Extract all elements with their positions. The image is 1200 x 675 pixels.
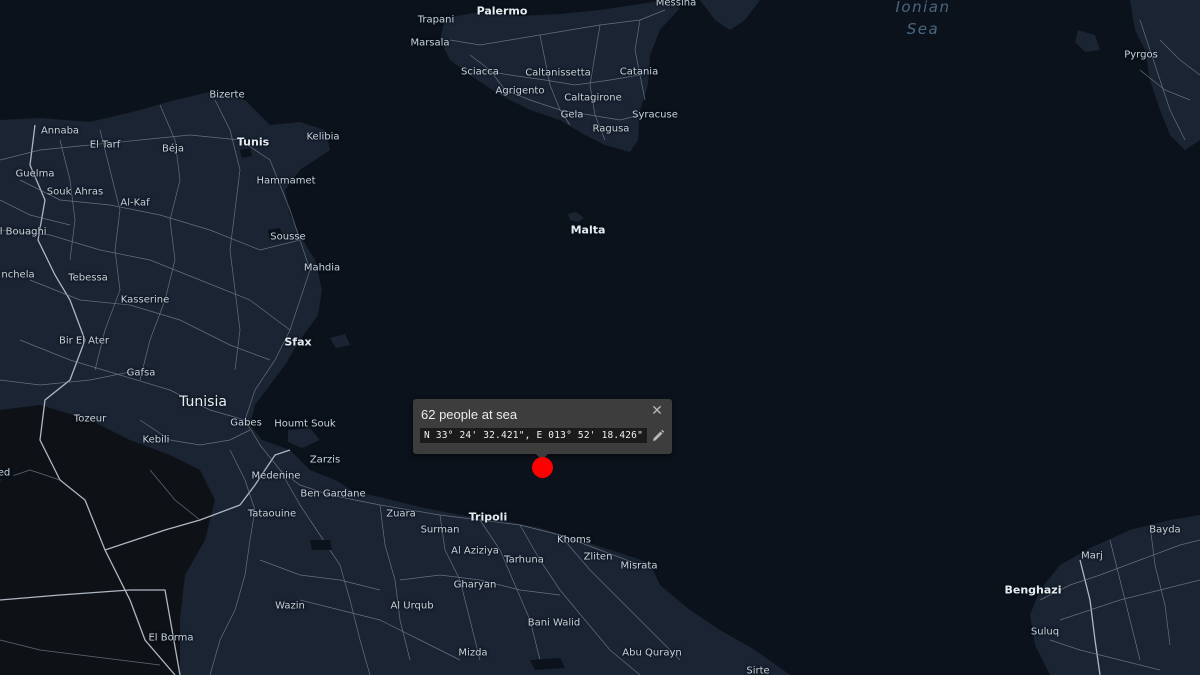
city-label-bizerte: Bizerte — [209, 89, 245, 101]
city-label-bir-el-ater: Bir El Ater — [58, 335, 110, 347]
city-label-ed: ed — [0, 467, 11, 479]
pencil-icon[interactable] — [650, 428, 666, 444]
city-label-gela: Gela — [560, 109, 584, 121]
city-label-tarhuna: Tarhuna — [504, 554, 544, 566]
location-marker[interactable] — [532, 457, 553, 478]
city-label-khenchela: nchela — [1, 269, 35, 281]
city-label-el-borma: El Borma — [148, 632, 194, 644]
city-label-zuara: Zuara — [386, 508, 416, 520]
city-label-tunis: Tunis — [236, 135, 270, 149]
city-label-ragusa: Ragusa — [592, 123, 630, 135]
city-label-caltagirone: Caltagirone — [564, 92, 622, 104]
city-label-pyrgos: Pyrgos — [1124, 49, 1158, 61]
city-label-el-bouaghi: El Bouaghi — [0, 226, 47, 238]
city-label-syracuse: Syracuse — [632, 109, 678, 121]
close-icon[interactable]: ✕ — [650, 404, 664, 418]
city-label-messina: Messina — [655, 0, 697, 9]
city-label-zarzis: Zarzis — [309, 454, 341, 466]
marker-popup: 62 people at sea ✕ N 33° 24' 32.421", E … — [413, 399, 672, 460]
city-label-mizda: Mizda — [458, 647, 488, 659]
city-label-gharyan: Gharyan — [453, 579, 497, 591]
popup-title: 62 people at sea — [421, 407, 518, 422]
city-label-al-kaf: Al-Kaf — [120, 197, 150, 209]
city-label-wazin: Wazin — [275, 600, 305, 612]
sea-label-ionian: Ionian — [895, 0, 951, 16]
city-label-zliten: Zliten — [583, 551, 613, 563]
city-label-agrigento: Agrigento — [495, 85, 545, 97]
city-label-al-aziziya: Al Aziziya — [451, 545, 499, 557]
city-label-guelma: Guelma — [15, 168, 55, 180]
city-label-houmt-souk: Houmt Souk — [274, 418, 336, 430]
city-label-sirte: Sirte — [746, 665, 770, 675]
city-label-marsala: Marsala — [410, 37, 450, 49]
city-label-misrata: Misrata — [620, 560, 658, 572]
city-label-khoms: Khoms — [557, 534, 591, 546]
city-label-benghazi: Benghazi — [1004, 583, 1062, 597]
sea-label-ionian-2: Sea — [906, 20, 940, 38]
city-label-kebili: Kebili — [142, 434, 170, 446]
city-label-beja: Béja — [162, 143, 184, 155]
city-label-el-tarf: El Tarf — [89, 139, 121, 151]
city-label-marj: Marj — [1081, 550, 1103, 562]
city-label-gafsa: Gafsa — [126, 367, 156, 379]
city-label-al-urqub: Al Urqub — [390, 600, 434, 612]
city-label-souk-ahras: Souk Ahras — [46, 186, 104, 198]
city-label-bani-walid: Bani Walid — [527, 617, 581, 629]
city-label-hammamet: Hammamet — [256, 175, 316, 187]
city-label-malta: Malta — [570, 223, 606, 237]
city-label-bayda: Bayda — [1149, 524, 1181, 536]
city-label-palermo: Palermo — [476, 4, 528, 18]
city-label-abu-qurayn: Abu Qurayn — [622, 647, 682, 659]
city-label-suluq: Suluq — [1030, 626, 1060, 638]
city-label-trapani: Trapani — [417, 14, 455, 26]
city-label-ben-gardane: Ben Gardane — [300, 488, 366, 500]
city-label-tripoli: Tripoli — [468, 510, 508, 524]
city-label-kelibia: Kelibia — [306, 131, 340, 143]
country-label-tunisia: Tunisia — [179, 394, 227, 410]
city-label-tebessa: Tebessa — [68, 272, 108, 284]
city-label-medenine: Medenine — [251, 470, 301, 482]
city-label-tataouine: Tataouine — [247, 508, 297, 520]
city-label-sfax: Sfax — [284, 335, 312, 349]
city-label-sousse: Sousse — [270, 231, 306, 243]
city-label-sciacca: Sciacca — [461, 66, 499, 78]
city-label-catania: Catania — [619, 66, 659, 78]
popup-coordinates[interactable]: N 33° 24' 32.421", E 013° 52' 18.426" — [420, 428, 648, 443]
city-label-caltanissetta: Caltanissetta — [525, 67, 591, 79]
city-label-annaba: Annaba — [40, 125, 80, 137]
city-label-mahdia: Mahdia — [303, 262, 341, 274]
city-label-tozeur: Tozeur — [73, 413, 107, 425]
city-label-kasserine: Kasserine — [120, 294, 170, 306]
city-label-surman: Surman — [420, 524, 460, 536]
city-label-gabes: Gabes — [230, 417, 262, 429]
map-canvas[interactable]: Ionian Sea Palermo Messina Trapani Marsa… — [0, 0, 1200, 675]
